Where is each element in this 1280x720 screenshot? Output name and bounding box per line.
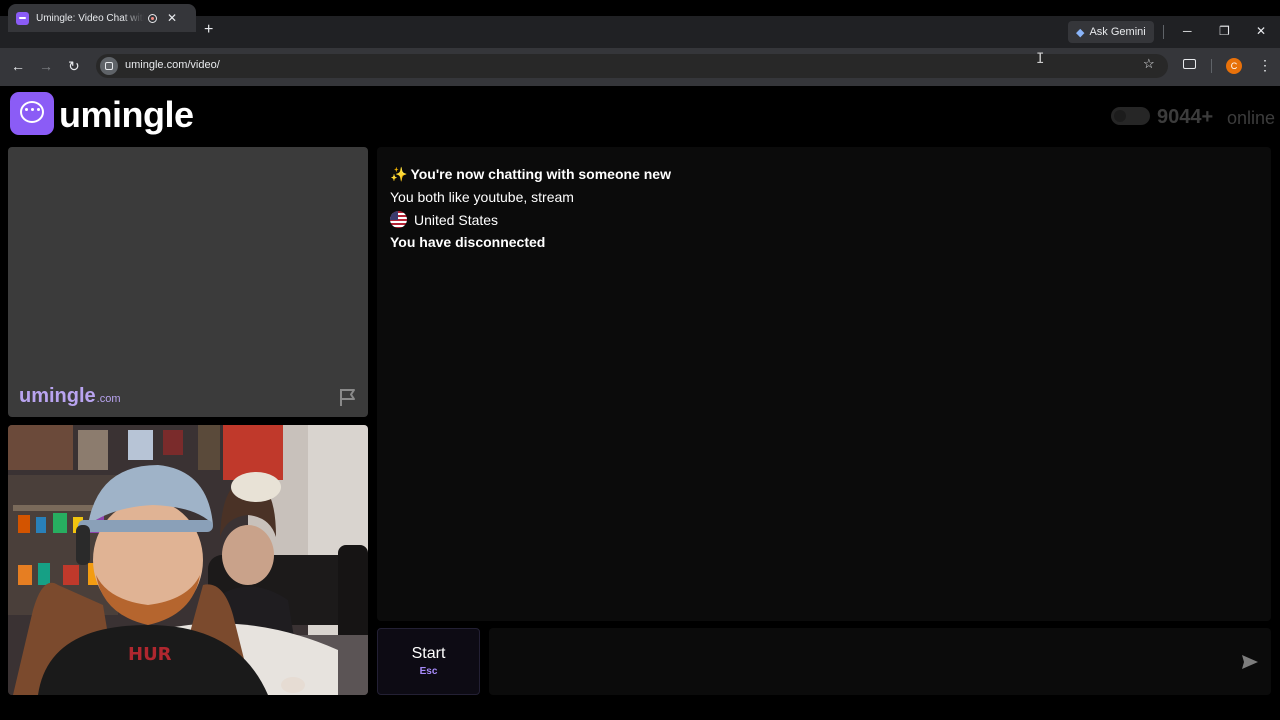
minimize-button[interactable]: ─ — [1183, 22, 1192, 40]
start-shortcut-hint: Esc — [419, 666, 438, 677]
record-icon — [148, 13, 157, 23]
self-video: HUR — [8, 425, 368, 695]
online-label: online — [1227, 108, 1276, 128]
tab-title: Umingle: Video Chat with Strangers — [36, 12, 144, 24]
watermark-domain: .com — [96, 393, 121, 405]
bookmark-star-icon[interactable]: ☆ — [1143, 56, 1155, 72]
new-chat-text: You're now chatting with someone new — [410, 166, 671, 182]
logo-dots — [25, 108, 40, 111]
site-info-icon[interactable] — [100, 57, 118, 75]
tab-umingle[interactable]: Umingle: Video Chat with Strangers ✕ — [8, 4, 196, 32]
country-text: United States — [414, 212, 499, 228]
tab-close-button[interactable]: ✕ — [167, 11, 177, 25]
window-controls-divider — [1163, 25, 1164, 39]
browser-menu-button[interactable]: ⋮ — [1258, 57, 1272, 73]
send-icon[interactable] — [1240, 652, 1260, 672]
restore-button[interactable]: ❐ — [1219, 22, 1230, 40]
brand-name[interactable]: umingle — [59, 94, 194, 136]
chat-message-new-chat: ✨ You're now chatting with someone new — [390, 166, 671, 183]
start-label: Start — [411, 645, 446, 662]
reload-button[interactable]: ↻ — [68, 56, 80, 76]
ask-gemini-button[interactable]: ◆ Ask Gemini — [1068, 21, 1154, 43]
svg-text:HUR: HUR — [128, 644, 172, 665]
forward-button[interactable]: → — [39, 56, 53, 76]
gemini-icon: ◆ — [1076, 26, 1085, 39]
ask-gemini-label: Ask Gemini — [1089, 26, 1146, 38]
profile-avatar[interactable]: C — [1226, 58, 1242, 74]
new-tab-button[interactable]: + — [204, 20, 213, 40]
chat-message-interests: You both like youtube, stream — [390, 189, 574, 205]
flag-icon[interactable] — [338, 387, 358, 407]
toolbar-divider — [1211, 59, 1212, 73]
online-toggle[interactable] — [1111, 107, 1150, 125]
close-window-button[interactable]: ✕ — [1256, 22, 1266, 40]
chat-log: ✨ You're now chatting with someone new Yo… — [377, 147, 1271, 621]
cast-icon[interactable] — [1183, 59, 1196, 69]
webcam-scene: HUR — [8, 425, 368, 695]
sparkles-icon: ✨ — [390, 166, 408, 182]
watermark: umingle.com — [19, 383, 121, 412]
address-bar[interactable]: umingle.com/video/ — [96, 54, 1168, 78]
logo-icon[interactable] — [10, 92, 54, 135]
us-flag-icon — [390, 211, 407, 228]
start-button[interactable]: Start Esc — [377, 628, 480, 695]
message-input[interactable] — [489, 628, 1271, 695]
online-count: 9044+ — [1157, 106, 1214, 128]
back-button[interactable]: ← — [11, 56, 25, 76]
chat-bubble-icon — [20, 101, 44, 123]
chat-message-disconnected: You have disconnected — [390, 234, 546, 250]
chat-message-country: United States — [390, 211, 498, 228]
url-text[interactable]: umingle.com/video/ — [125, 59, 220, 71]
text-cursor-icon: I — [1036, 51, 1045, 67]
tab-favicon-icon — [16, 11, 29, 25]
watermark-brand: umingle — [19, 385, 96, 407]
stranger-video: umingle.com — [8, 147, 368, 417]
